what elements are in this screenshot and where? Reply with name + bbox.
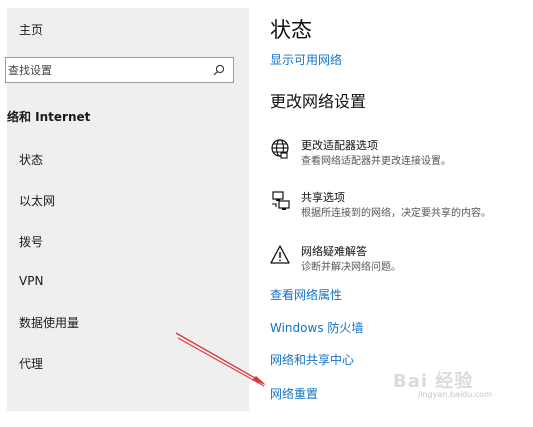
sidebar-item-dialup[interactable]: 拨号 <box>19 233 43 250</box>
settings-window: 主页 络和 Internet 状态 以太网 拨号 VPN 数据使用量 代理 状态… <box>0 0 533 427</box>
option-desc: 诊断并解决网络问题。 <box>301 262 401 273</box>
option-title: 网络疑难解答 <box>301 245 367 258</box>
search-box[interactable] <box>5 57 234 83</box>
option-desc: 根据所连接到的网络，决定要共享的内容。 <box>301 208 491 219</box>
sharing-icon <box>272 191 290 210</box>
sidebar-home-link[interactable]: 主页 <box>19 21 43 38</box>
warning-icon <box>270 245 290 264</box>
sidebar-item-ethernet[interactable]: 以太网 <box>19 192 55 209</box>
show-available-networks-link[interactable]: 显示可用网络 <box>270 51 342 68</box>
network-troubleshooter[interactable]: 网络疑难解答 诊断并解决网络问题。 <box>270 243 525 277</box>
option-title: 更改适配器选项 <box>301 139 378 152</box>
windows-firewall-link[interactable]: Windows 防火墙 <box>270 319 363 336</box>
change-network-settings-heading: 更改网络设置 <box>270 92 367 111</box>
sidebar-section-title: 络和 Internet <box>7 110 91 124</box>
option-desc: 查看网络适配器并更改连接设置。 <box>301 156 451 167</box>
globe-icon <box>271 139 289 159</box>
sidebar-item-status[interactable]: 状态 <box>19 151 43 168</box>
change-adapter-options[interactable]: 更改适配器选项 查看网络适配器并更改连接设置。 <box>270 137 525 171</box>
network-sharing-center-link[interactable]: 网络和共享中心 <box>270 351 354 368</box>
search-icon[interactable] <box>213 64 225 76</box>
sidebar-item-proxy[interactable]: 代理 <box>19 355 43 372</box>
view-network-properties-link[interactable]: 查看网络属性 <box>270 286 342 303</box>
search-input[interactable] <box>6 58 208 82</box>
sharing-options[interactable]: 共享选项 根据所连接到的网络，决定要共享的内容。 <box>270 189 525 223</box>
sidebar-item-data-usage[interactable]: 数据使用量 <box>19 314 79 331</box>
watermark-url: jingyan.baidu.com <box>418 390 492 399</box>
page-title: 状态 <box>270 18 312 42</box>
network-reset-link[interactable]: 网络重置 <box>270 385 318 402</box>
sidebar: 主页 络和 Internet 状态 以太网 拨号 VPN 数据使用量 代理 <box>5 8 249 411</box>
option-title: 共享选项 <box>301 191 345 204</box>
sidebar-item-vpn[interactable]: VPN <box>19 274 43 288</box>
